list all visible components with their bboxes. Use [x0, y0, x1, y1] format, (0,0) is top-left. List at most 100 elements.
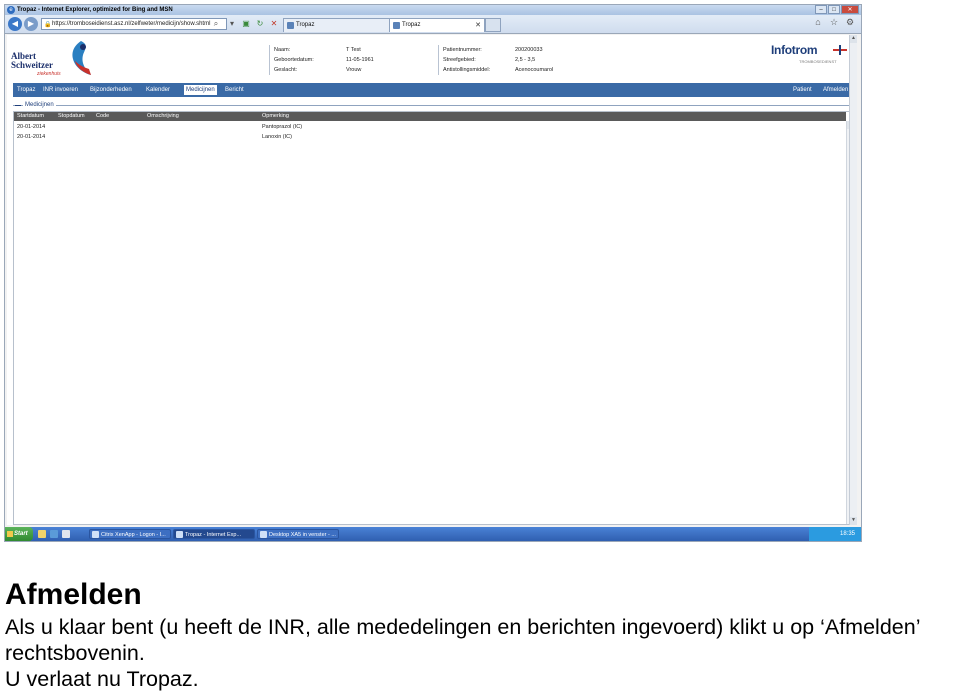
- name-value: T Test: [346, 47, 361, 53]
- cell-opmerking: Pantoprazol (IC): [262, 124, 303, 130]
- header-code[interactable]: Code: [96, 112, 109, 121]
- lock-icon: 🔒: [44, 22, 52, 28]
- scroll-down-icon[interactable]: ▼: [850, 517, 857, 525]
- instruction-line-3: U verlaat nu Tropaz.: [5, 667, 199, 691]
- patient-info-col2: Patientnummer: 200200033 Streefgebied: 2,5…: [438, 45, 553, 75]
- close-button[interactable]: ✕: [841, 5, 859, 14]
- refresh-icon[interactable]: ↻: [255, 19, 265, 29]
- ie-icon: e: [7, 6, 15, 14]
- tab-label: Tropaz: [296, 22, 315, 28]
- compat-view-icon[interactable]: ▣: [241, 19, 251, 29]
- patient-number-label: Patientnummer:: [443, 47, 482, 53]
- ie-icon: [176, 531, 183, 538]
- task-label: Tropaz - Internet Exp...: [185, 532, 242, 538]
- browser-screenshot: e Tropaz - Internet Explorer, optimized …: [4, 4, 862, 542]
- anticoagulant-label: Antistollingsmiddel:: [443, 67, 491, 73]
- instruction-line-1: Als u klaar bent (u heeft de INR, alle m…: [5, 615, 921, 639]
- nav-item-kalender[interactable]: Kalender: [146, 83, 170, 97]
- nav-item-patient[interactable]: Patient: [793, 83, 812, 97]
- section-dash: [15, 105, 21, 106]
- page-scrollbar[interactable]: ▲ ▼: [849, 35, 857, 525]
- cell-startdatum: 20-01-2014: [17, 124, 46, 130]
- nav-item-afmelden[interactable]: Afmelden: [823, 83, 848, 97]
- tab-close-icon[interactable]: ✕: [475, 19, 481, 32]
- logo-line-2: Schweitzer: [11, 60, 53, 70]
- section-header: Medicijnen: [13, 100, 855, 110]
- header-omschrijving[interactable]: Omschrijving: [147, 112, 179, 121]
- quicklaunch-desktop-icon[interactable]: [62, 530, 70, 538]
- nav-item-bericht[interactable]: Bericht: [225, 83, 244, 97]
- task-tropaz[interactable]: Tropaz - Internet Exp...: [173, 529, 255, 539]
- address-bar[interactable]: 🔒 https://tromboseidienst.asz.nl/zelfwet…: [41, 18, 227, 30]
- clock[interactable]: 18:35: [840, 529, 855, 539]
- minimize-button[interactable]: –: [815, 5, 827, 14]
- start-label: Start: [14, 531, 28, 537]
- home-icon[interactable]: ⌂: [813, 17, 823, 28]
- stop-icon[interactable]: ✕: [269, 19, 279, 29]
- gear-icon[interactable]: ⚙: [845, 17, 855, 28]
- target-range-value: 2,5 - 3,5: [515, 57, 536, 63]
- patient-info-col1: Naam: T Test Geboortedatum: 11-05-1961 Ges…: [269, 45, 374, 75]
- header-startdatum[interactable]: Startdatum: [17, 112, 44, 121]
- albert-schweitzer-logo: Albert Schweitzer ziekenhuis: [11, 39, 95, 79]
- infotrom-logo: Infotrom TROMBOSEDIENST: [771, 41, 853, 67]
- app-nav-bar: Tropaz INR invoeren Bijzonderheden Kalen…: [13, 83, 855, 97]
- logo-line-3: ziekenhuis: [37, 71, 61, 77]
- new-tab-button[interactable]: [485, 18, 501, 32]
- medication-table: Startdatum Stopdatum Code Omschrijving O…: [13, 111, 855, 525]
- window-titlebar: e Tropaz - Internet Explorer, optimized …: [5, 5, 861, 15]
- infotrom-plus-icon: [833, 45, 847, 55]
- window-controls: – □ ✕: [815, 5, 859, 15]
- infotrom-subtitle: TROMBOSEDIENST: [799, 59, 837, 64]
- tab-label: Tropaz: [402, 22, 421, 28]
- back-icon[interactable]: ◀: [8, 17, 22, 31]
- instruction-line-2: rechtsbovenin.: [5, 641, 145, 665]
- task-label: Citrix XenApp - Logon - I...: [101, 532, 166, 538]
- dropdown-icon[interactable]: ▾: [227, 19, 237, 29]
- target-range-label: Streefgebied:: [443, 57, 476, 63]
- anticoagulant-value: Acenocoumarol: [515, 67, 554, 73]
- scroll-up-icon[interactable]: ▲: [850, 35, 857, 43]
- start-button[interactable]: Start: [5, 527, 33, 541]
- task-label: Desktop XA5 in venster - ...: [269, 532, 336, 538]
- name-label: Naam:: [274, 47, 291, 53]
- nav-item-medicijnen[interactable]: Medicijnen: [183, 84, 218, 96]
- maximize-button[interactable]: □: [828, 5, 840, 14]
- task-desktop-xa5[interactable]: Desktop XA5 in venster - ...: [257, 529, 339, 539]
- quicklaunch-folder-icon[interactable]: [38, 530, 46, 538]
- birthdate-label: Geboortedatum:: [274, 57, 314, 63]
- gender-label: Geslacht:: [274, 67, 298, 73]
- favorites-icon[interactable]: ☆: [829, 17, 839, 28]
- browser-toolbar: ◀ ▶ 🔒 https://tromboseidienst.asz.nl/zel…: [5, 15, 861, 34]
- gender-value: Vrouw: [346, 67, 362, 73]
- tab-tropaz-2[interactable]: Tropaz ✕: [389, 18, 485, 32]
- nav-item-tropaz[interactable]: Tropaz: [17, 83, 35, 97]
- nav-item-inr-invoeren[interactable]: INR invoeren: [43, 83, 78, 97]
- page-icon: [287, 22, 294, 29]
- header-opmerking[interactable]: Opmerking: [262, 112, 289, 121]
- desktop-icon: [260, 531, 267, 538]
- citrix-icon: [92, 531, 99, 538]
- infotrom-brand: Infotrom: [771, 43, 818, 57]
- table-header: Startdatum Stopdatum Code Omschrijving O…: [14, 112, 846, 121]
- header-stopdatum[interactable]: Stopdatum: [58, 112, 85, 121]
- section-divider: [13, 105, 855, 106]
- table-row[interactable]: 20-01-2014 Pantoprazol (IC): [14, 122, 846, 132]
- patient-number-value: 200200033: [515, 47, 543, 53]
- page-icon: [393, 22, 400, 29]
- cell-opmerking: Lanoxin (IC): [262, 134, 292, 140]
- table-row[interactable]: 20-01-2014 Lanoxin (IC): [14, 132, 846, 142]
- cell-startdatum: 20-01-2014: [17, 134, 46, 140]
- nav-item-bijzonderheden[interactable]: Bijzonderheden: [90, 83, 132, 97]
- windows-taskbar: Start Citrix XenApp - Logon - I... Tropa…: [5, 527, 861, 541]
- quicklaunch-ie-icon[interactable]: [50, 530, 58, 538]
- task-citrix[interactable]: Citrix XenApp - Logon - I...: [89, 529, 171, 539]
- hospital-mark-icon: [72, 41, 91, 75]
- instruction-text: Afmelden Als u klaar bent (u heeft de IN…: [5, 576, 957, 692]
- forward-icon[interactable]: ▶: [24, 17, 38, 31]
- windows-icon: [7, 531, 13, 537]
- toolbar-icons: ⌂ ☆ ⚙: [813, 17, 855, 28]
- search-icon[interactable]: ⌕: [211, 19, 221, 29]
- window-title: Tropaz - Internet Explorer, optimized fo…: [17, 7, 173, 13]
- address-text: https://tromboseidienst.asz.nl/zelfweter…: [52, 21, 211, 27]
